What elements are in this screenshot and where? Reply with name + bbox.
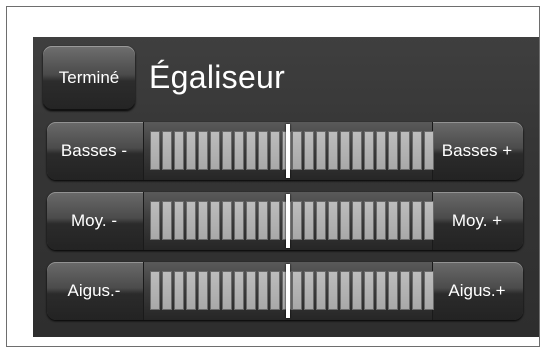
- level-segment: [162, 201, 172, 240]
- level-segment: [376, 131, 386, 170]
- level-segment: [258, 131, 268, 170]
- mid-level-slider[interactable]: [143, 192, 434, 250]
- level-segment: [328, 201, 338, 240]
- level-segment: [234, 271, 244, 310]
- level-segment: [304, 131, 314, 170]
- level-segment: [150, 271, 160, 310]
- level-segment: [340, 131, 350, 170]
- level-segment: [162, 271, 172, 310]
- level-segment: [364, 201, 374, 240]
- level-segment: [210, 131, 220, 170]
- equalizer-panel: Terminé Égaliseur Basses - Basses + Moy.…: [33, 37, 539, 337]
- level-segment: [388, 271, 398, 310]
- level-segment: [352, 201, 362, 240]
- level-thumb[interactable]: [286, 264, 290, 318]
- screen-frame: Terminé Égaliseur Basses - Basses + Moy.…: [6, 6, 540, 347]
- bass-plus-button[interactable]: Basses +: [431, 122, 523, 180]
- level-segment: [174, 131, 184, 170]
- level-thumb[interactable]: [286, 124, 290, 178]
- level-segment: [186, 271, 196, 310]
- level-segment: [400, 201, 410, 240]
- level-segment: [376, 271, 386, 310]
- level-segment: [246, 201, 256, 240]
- level-segment: [352, 271, 362, 310]
- level-segment: [210, 271, 220, 310]
- level-segment: [186, 131, 196, 170]
- level-segment: [198, 131, 208, 170]
- treble-minus-button[interactable]: Aigus.-: [47, 262, 141, 320]
- level-segment: [340, 201, 350, 240]
- treble-band-row: Aigus.- Aigus.+: [47, 262, 523, 320]
- level-segment: [234, 131, 244, 170]
- level-segment: [316, 201, 326, 240]
- done-button[interactable]: Terminé: [43, 46, 135, 110]
- level-segment: [210, 201, 220, 240]
- bass-minus-button[interactable]: Basses -: [47, 122, 141, 180]
- level-segment: [292, 271, 302, 310]
- level-segment: [258, 201, 268, 240]
- level-segment: [222, 201, 232, 240]
- level-segment: [222, 271, 232, 310]
- level-segment: [198, 201, 208, 240]
- level-segment: [270, 201, 280, 240]
- level-segment: [364, 271, 374, 310]
- level-thumb[interactable]: [286, 194, 290, 248]
- level-segment: [246, 271, 256, 310]
- level-segment: [316, 131, 326, 170]
- level-segment: [304, 201, 314, 240]
- level-segment: [328, 131, 338, 170]
- level-segment: [412, 201, 422, 240]
- level-segment: [328, 271, 338, 310]
- level-segment: [412, 271, 422, 310]
- treble-plus-button[interactable]: Aigus.+: [431, 262, 523, 320]
- level-segment: [292, 131, 302, 170]
- level-segment: [352, 131, 362, 170]
- level-segment: [150, 131, 160, 170]
- level-segment: [388, 131, 398, 170]
- level-segment: [186, 201, 196, 240]
- level-segment: [246, 131, 256, 170]
- level-segment: [340, 271, 350, 310]
- bass-level-slider[interactable]: [143, 122, 434, 180]
- level-segment: [400, 271, 410, 310]
- level-segment: [198, 271, 208, 310]
- level-segment: [364, 131, 374, 170]
- level-segment: [258, 271, 268, 310]
- mid-band-row: Moy. - Moy. +: [47, 192, 523, 250]
- page-title: Égaliseur: [149, 59, 286, 95]
- level-segment: [376, 201, 386, 240]
- level-segment: [316, 271, 326, 310]
- level-segment: [304, 271, 314, 310]
- mid-plus-button[interactable]: Moy. +: [431, 192, 523, 250]
- level-segment: [388, 201, 398, 240]
- level-segment: [234, 201, 244, 240]
- level-segment: [174, 201, 184, 240]
- level-segment: [292, 201, 302, 240]
- level-segment: [412, 131, 422, 170]
- level-segment: [270, 131, 280, 170]
- level-segment: [400, 131, 410, 170]
- treble-level-slider[interactable]: [143, 262, 434, 320]
- level-segment: [162, 131, 172, 170]
- level-segment: [270, 271, 280, 310]
- level-segment: [150, 201, 160, 240]
- mid-minus-button[interactable]: Moy. -: [47, 192, 141, 250]
- bass-band-row: Basses - Basses +: [47, 122, 523, 180]
- level-segment: [174, 271, 184, 310]
- level-segment: [222, 131, 232, 170]
